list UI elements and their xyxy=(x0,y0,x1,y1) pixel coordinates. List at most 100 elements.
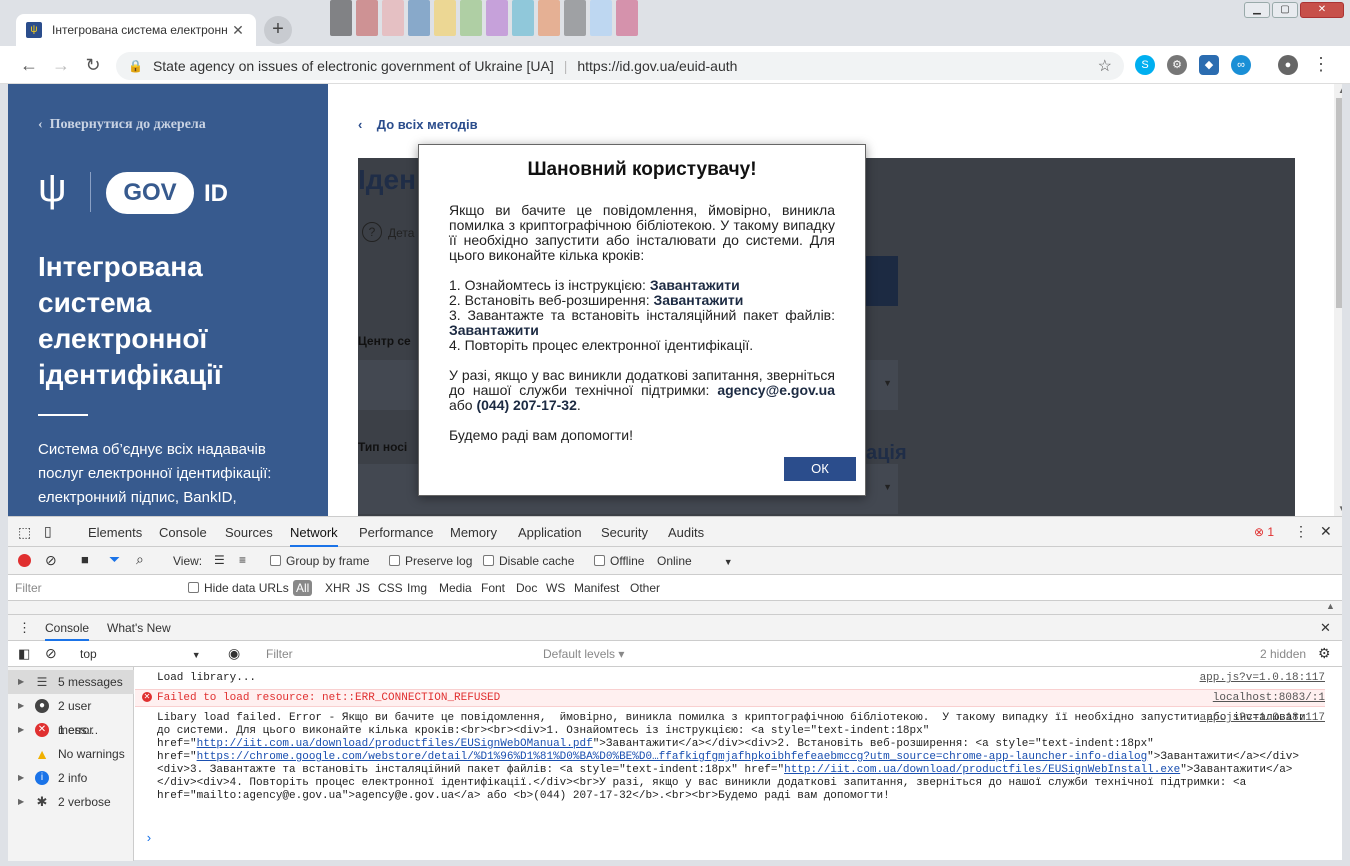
log-line: Load library... app.js?v=1.0.18:117 xyxy=(157,672,1325,684)
console-prompt-input[interactable]: › xyxy=(145,831,153,846)
hidden-count: 2 hidden xyxy=(1260,647,1307,661)
ok-button[interactable]: ОК xyxy=(784,457,856,481)
drawer-tab-console[interactable]: Console xyxy=(45,621,90,641)
tab-memory[interactable]: Memory xyxy=(450,525,497,540)
window-close-button[interactable]: ✕ xyxy=(1300,2,1344,18)
offline-checkbox[interactable]: Offline xyxy=(594,554,644,568)
console-clear-icon[interactable]: ⊘ xyxy=(45,645,57,662)
inspect-element-icon[interactable]: ⬚ xyxy=(18,524,31,541)
drawer-close-icon[interactable]: ✕ xyxy=(1320,620,1331,636)
waterfall-view-icon[interactable]: ≡ xyxy=(239,553,246,567)
record-icon[interactable] xyxy=(18,554,31,567)
tab-close-icon[interactable]: ✕ xyxy=(230,22,246,39)
drawer-splitter[interactable]: ▲ xyxy=(8,601,1342,615)
type-xhr[interactable]: XHR xyxy=(325,581,350,595)
support-email[interactable]: agency@e.gov.ua xyxy=(717,382,835,398)
menu-dots-icon[interactable]: ⋮ xyxy=(1310,54,1332,75)
drawer-tab-whats-new[interactable]: What's New xyxy=(107,621,171,635)
forward-arrow-icon[interactable]: → xyxy=(50,55,72,76)
sidebar-item-messages[interactable]: ▶ ☰ 5 messages xyxy=(8,670,134,694)
back-arrow-icon[interactable]: ← xyxy=(18,55,40,76)
type-css[interactable]: CSS xyxy=(378,581,403,595)
devtools-panel: ⬚ ▯ Elements Console Sources Network Per… xyxy=(8,516,1342,861)
log-levels-select[interactable]: Default levels ▾ xyxy=(543,647,624,661)
sidebar-item-errors[interactable]: ▶ ✕ 1 error xyxy=(8,718,134,742)
type-font[interactable]: Font xyxy=(481,581,505,595)
devtools-close-icon[interactable]: ✕ xyxy=(1320,523,1332,540)
tab-network[interactable]: Network xyxy=(290,525,338,547)
error-count-badge[interactable]: ⊗ 1 xyxy=(1254,525,1274,539)
log-source-link[interactable]: app.js?v=1.0.18:117 xyxy=(1200,712,1325,725)
list-view-icon[interactable]: ☰ xyxy=(214,553,225,567)
sidebar-item-user-messages[interactable]: ▶ ● 2 user mess… xyxy=(8,694,134,737)
disable-cache-checkbox[interactable]: Disable cache xyxy=(483,554,574,568)
back-to-source-link[interactable]: ‹ Повернутися до джерела xyxy=(38,117,206,133)
throttling-select[interactable]: Online ▼ xyxy=(657,554,733,568)
reload-icon[interactable]: ↻ xyxy=(82,55,104,76)
type-manifest[interactable]: Manifest xyxy=(574,581,619,595)
tab-audits[interactable]: Audits xyxy=(668,525,704,540)
devtools-menu-icon[interactable]: ⋮ xyxy=(1294,523,1308,540)
group-by-frame-checkbox[interactable]: Group by frame xyxy=(270,554,369,568)
maximize-button[interactable]: ▢ xyxy=(1272,2,1298,18)
left-info-panel: ‹ Повернутися до джерела ψ GOV ID Інтегр… xyxy=(8,84,328,516)
tab-console[interactable]: Console xyxy=(159,525,207,540)
gear-extension-icon[interactable]: ⚙ xyxy=(1167,55,1187,75)
context-select[interactable]: top ▼ xyxy=(80,647,201,661)
device-toolbar-icon[interactable]: ▯ xyxy=(44,523,52,540)
address-bar[interactable]: 🔒 State agency on issues of electronic g… xyxy=(116,52,1124,80)
splitter-arrow-icon[interactable]: ▲ xyxy=(1326,601,1335,611)
installer-download-link[interactable]: Завантажити xyxy=(449,322,539,338)
console-filter-input[interactable]: Filter xyxy=(266,647,536,661)
profile-avatar-icon[interactable]: ● xyxy=(1278,55,1298,75)
type-ws[interactable]: WS xyxy=(546,581,565,595)
minimize-button[interactable]: ▁ xyxy=(1244,2,1270,18)
type-other[interactable]: Other xyxy=(630,581,660,595)
tab-application[interactable]: Application xyxy=(518,525,582,540)
bookmark-star-icon[interactable]: ☆ xyxy=(1098,56,1112,76)
tab-security[interactable]: Security xyxy=(601,525,648,540)
type-all[interactable]: All xyxy=(293,580,313,596)
extension-download-link[interactable]: Завантажити xyxy=(653,292,743,308)
type-doc[interactable]: Doc xyxy=(516,581,537,595)
warning-icon: ▲ xyxy=(35,746,49,762)
log-source-link[interactable]: app.js?v=1.0.18:117 xyxy=(1200,672,1325,684)
eye-icon[interactable]: ◉ xyxy=(228,645,240,662)
trident-logo-icon: ψ xyxy=(38,166,67,210)
shield-extension-icon[interactable]: ◆ xyxy=(1199,55,1219,75)
sidebar-item-warnings[interactable]: ▲ No warnings xyxy=(8,742,134,766)
link-extension-icon[interactable]: ∞ xyxy=(1231,55,1251,75)
skype-extension-icon[interactable]: S xyxy=(1135,55,1155,75)
manual-url-link[interactable]: http://iit.com.ua/download/productfiles/… xyxy=(197,738,593,750)
preserve-log-checkbox[interactable]: Preserve log xyxy=(389,554,472,568)
network-filter-input[interactable]: Filter xyxy=(15,581,42,595)
sidebar-item-info[interactable]: ▶ i 2 info xyxy=(8,766,134,790)
tab-performance[interactable]: Performance xyxy=(359,525,433,540)
type-img[interactable]: Img xyxy=(407,581,427,595)
type-js[interactable]: JS xyxy=(356,581,370,595)
search-icon[interactable]: ⌕ xyxy=(136,551,144,568)
tab-sources[interactable]: Sources xyxy=(225,525,273,540)
scrollbar-thumb[interactable] xyxy=(1336,98,1342,308)
hide-data-urls-checkbox[interactable]: Hide data URLs xyxy=(188,581,289,595)
page-scrollbar[interactable]: ▲ ▼ xyxy=(1334,84,1342,516)
log-source-link[interactable]: localhost:8083/:1 xyxy=(1213,690,1325,706)
camera-icon[interactable]: ■ xyxy=(81,552,89,567)
manual-download-link[interactable]: Завантажити xyxy=(650,277,740,293)
tab-elements[interactable]: Elements xyxy=(88,525,142,540)
browser-tab[interactable]: ψ Інтегрована система електронн ✕ xyxy=(16,14,256,46)
network-filter-bar: Filter Hide data URLs All XHR JS CSS Img… xyxy=(8,575,1342,601)
installer-url-link[interactable]: http://iit.com.ua/download/productfiles/… xyxy=(784,764,1180,776)
all-methods-link[interactable]: ‹ До всіх методів xyxy=(358,117,478,132)
webstore-url-link[interactable]: https://chrome.google.com/webstore/detai… xyxy=(197,751,1148,763)
filter-icon[interactable]: ⏷ xyxy=(109,551,120,568)
clear-icon[interactable]: ⊘ xyxy=(45,552,57,569)
drawer-menu-icon[interactable]: ⋮ xyxy=(18,620,31,636)
console-settings-gear-icon[interactable]: ⚙ xyxy=(1318,645,1331,662)
background-swatches xyxy=(330,0,1230,42)
new-tab-button[interactable]: + xyxy=(264,16,292,44)
sidebar-item-verbose[interactable]: ▶ ✱ 2 verbose xyxy=(8,790,134,814)
sidebar-toggle-icon[interactable]: ◧ xyxy=(18,646,30,662)
list-icon: ☰ xyxy=(36,675,48,689)
type-media[interactable]: Media xyxy=(439,581,472,595)
